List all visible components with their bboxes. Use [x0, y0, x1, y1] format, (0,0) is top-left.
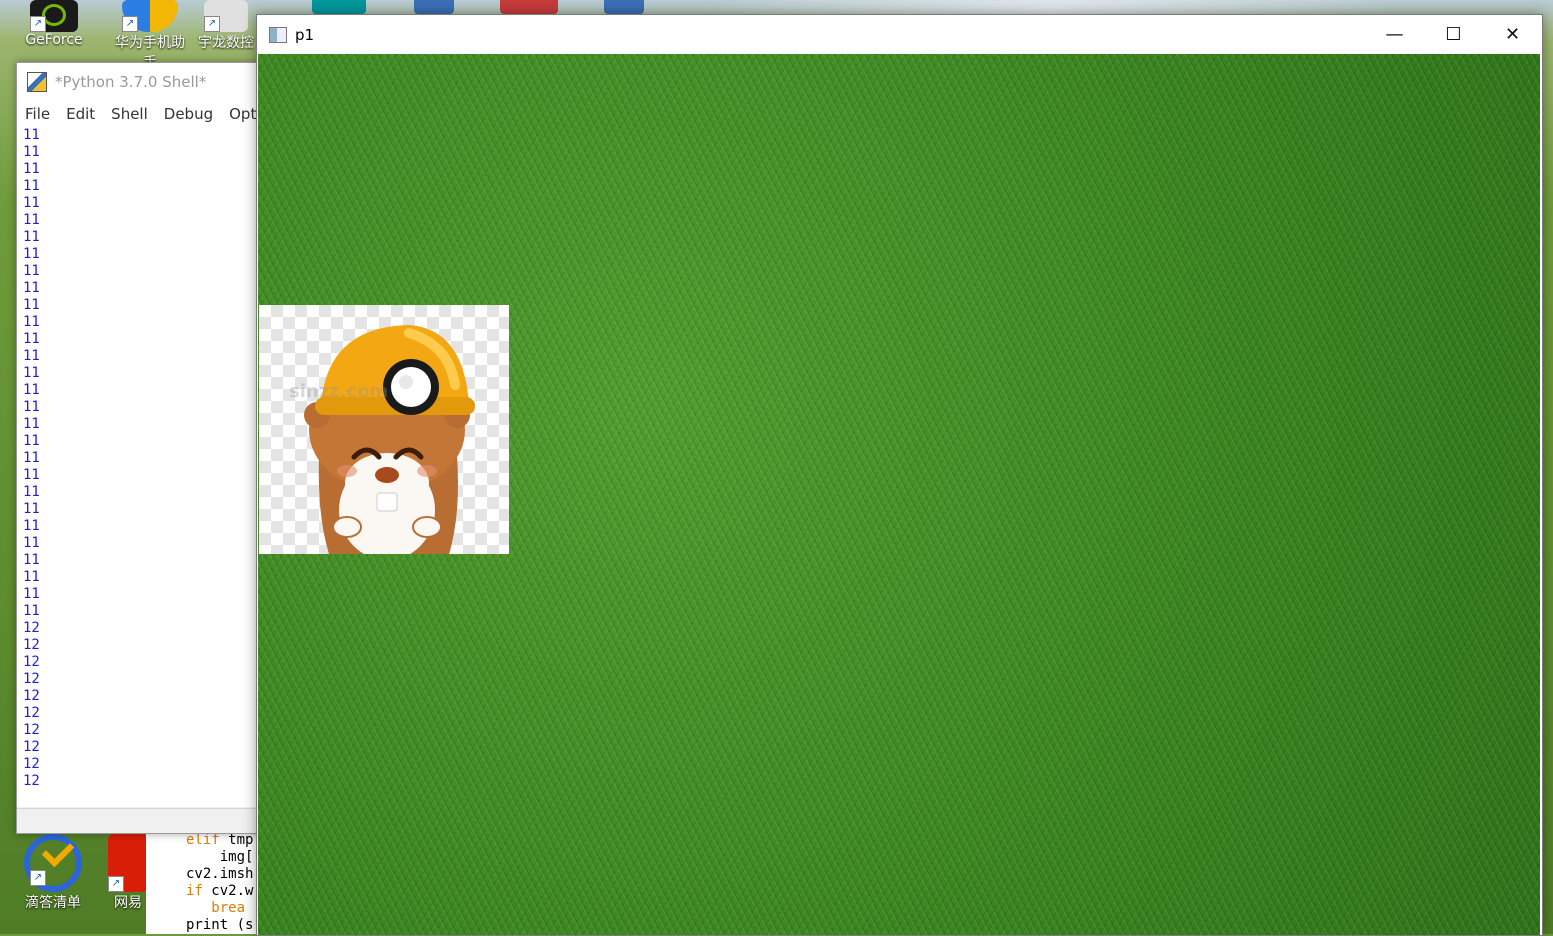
watermark-text: sinzz.com: [289, 381, 389, 402]
code-line: print (s: [186, 917, 254, 933]
shell-output-line: 11: [23, 178, 40, 194]
shell-output-line: 12: [23, 637, 40, 653]
desktop-icon-label: GeForce: [25, 32, 83, 48]
code-editor-fragment[interactable]: elif tmp img[ cv2.imsh if cv2.w brea pri…: [146, 832, 266, 934]
cv-window-title: p1: [295, 25, 315, 44]
shell-output-line: 11: [23, 365, 40, 381]
shell-output-line: 12: [23, 654, 40, 670]
shell-output-area[interactable]: 11 11 11 11 11 11 11 11 11 11 11 11 11 11 11 11 11 11 11 11…: [17, 127, 267, 807]
shell-output-line: 11: [23, 416, 40, 432]
menu-shell[interactable]: Shell: [103, 105, 156, 123]
shell-output-line: 12: [23, 756, 40, 772]
netease-icon: ↗: [108, 834, 148, 892]
window-controls: — ☐ ✕: [1365, 15, 1542, 54]
shell-output-line: 11: [23, 195, 40, 211]
shell-output-line: 11: [23, 603, 40, 619]
shortcut-arrow-icon: ↗: [30, 16, 46, 32]
shell-output-line: 11: [23, 331, 40, 347]
desktop-icon-label: 滴答清单: [25, 895, 81, 911]
desktop-icon-netease[interactable]: ↗ 网易: [108, 834, 148, 912]
shell-output-line: 11: [23, 263, 40, 279]
huawei-shield-icon: ↗: [122, 0, 178, 32]
shell-output-line: 11: [23, 161, 40, 177]
shell-output-line: 11: [23, 229, 40, 245]
desktop-icon-geforce[interactable]: ↗ GeForce: [19, 0, 89, 48]
shell-output-line: 11: [23, 586, 40, 602]
mole-miner-illustration: [304, 325, 475, 554]
shell-output-line: 12: [23, 705, 40, 721]
code-line: brea: [186, 900, 246, 916]
shell-output-line: 12: [23, 671, 40, 687]
window-app-icon: [269, 26, 287, 43]
shortcut-arrow-icon: ↗: [30, 870, 46, 886]
shell-output-line: 11: [23, 246, 40, 262]
shell-output-line: 11: [23, 433, 40, 449]
ticktick-icon: ↗: [24, 834, 82, 892]
nvidia-icon: ↗: [30, 0, 78, 32]
desktop-icon-label: 网易: [114, 895, 142, 911]
grass-image-canvas[interactable]: sinzz.com: [258, 54, 1540, 935]
shell-output-line: 12: [23, 773, 40, 789]
idle-app-icon: [27, 72, 47, 92]
shell-output-line: 11: [23, 297, 40, 313]
shell-output-line: 11: [23, 348, 40, 364]
python-icon[interactable]: [414, 0, 454, 14]
shell-output-line: 11: [23, 314, 40, 330]
shell-output-line: 11: [23, 552, 40, 568]
shell-title: *Python 3.7.0 Shell*: [55, 73, 207, 91]
shell-menu-bar: File Edit Shell Debug Optio: [17, 101, 270, 127]
minimize-button[interactable]: —: [1365, 15, 1424, 54]
app-red-icon[interactable]: [500, 0, 558, 14]
opencv-window-p1[interactable]: p1 — ☐ ✕ sinzz.com: [256, 14, 1543, 936]
desktop-icon-cnc[interactable]: ↗ 宇龙数控: [196, 0, 256, 52]
mole-sprite[interactable]: sinzz.com: [259, 305, 509, 554]
shell-output-line: 11: [23, 382, 40, 398]
shell-output-line: 11: [23, 535, 40, 551]
shell-output-line: 12: [23, 739, 40, 755]
shell-output-line: 12: [23, 688, 40, 704]
shell-output-line: 11: [23, 280, 40, 296]
code-line: if cv2.w: [186, 883, 254, 899]
shell-status-bar: [17, 808, 267, 833]
shell-output-line: 11: [23, 484, 40, 500]
shell-output-line: 12: [23, 722, 40, 738]
shortcut-arrow-icon: ↗: [122, 16, 138, 32]
desktop-icon-ticktick[interactable]: ↗ 滴答清单: [18, 834, 88, 912]
maximize-button[interactable]: ☐: [1424, 15, 1483, 54]
shell-output-line: 11: [23, 569, 40, 585]
shell-output-line: 11: [23, 518, 40, 534]
python-shell-window[interactable]: *Python 3.7.0 Shell* File Edit Shell Deb…: [16, 62, 270, 834]
shell-output-line: 11: [23, 467, 40, 483]
shell-output-line: 11: [23, 399, 40, 415]
shell-output-line: 11: [23, 501, 40, 517]
shell-output-line: 11: [23, 212, 40, 228]
shell-output-line: 11: [23, 450, 40, 466]
menu-edit[interactable]: Edit: [58, 105, 103, 123]
cv-title-bar[interactable]: p1 — ☐ ✕: [257, 15, 1542, 54]
desktop-icon-label: 宇龙数控: [198, 35, 254, 51]
close-button[interactable]: ✕: [1483, 15, 1542, 54]
cnc-icon: ↗: [204, 0, 248, 32]
shortcut-arrow-icon: ↗: [108, 876, 124, 892]
shell-title-bar[interactable]: *Python 3.7.0 Shell*: [17, 63, 267, 101]
shell-output-line: 12: [23, 620, 40, 636]
menu-file[interactable]: File: [17, 105, 58, 123]
python-icon[interactable]: [604, 0, 644, 14]
shell-output-line: 11: [23, 144, 40, 160]
code-line: img[: [186, 849, 254, 865]
arduino-icon[interactable]: [312, 0, 366, 14]
code-line: elif tmp: [186, 832, 254, 848]
shortcut-arrow-icon: ↗: [204, 16, 220, 32]
shell-output-line: 11: [23, 127, 40, 143]
menu-debug[interactable]: Debug: [156, 105, 221, 123]
code-line: cv2.imsh: [186, 866, 254, 882]
